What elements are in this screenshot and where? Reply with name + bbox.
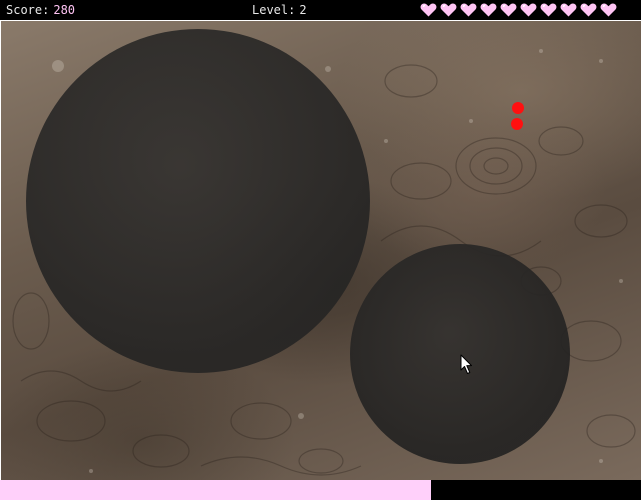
mouse-pointer-icon	[460, 354, 472, 374]
heart-icon	[560, 3, 577, 17]
level-display: Level: 2	[252, 0, 307, 20]
game-window[interactable]: Score: 280 Level: 2	[0, 0, 641, 500]
enemy-dot[interactable]	[511, 118, 523, 130]
score-label: Score:	[6, 3, 50, 17]
level-label: Level:	[252, 3, 296, 17]
heart-icon	[480, 3, 497, 17]
progress-fill	[0, 480, 431, 500]
heart-icon	[520, 3, 537, 17]
heart-icon	[420, 3, 437, 17]
dark-zone-large	[26, 29, 370, 373]
lives-hearts	[420, 0, 617, 20]
heart-icon	[440, 3, 457, 17]
level-value: 2	[299, 3, 307, 17]
play-field[interactable]	[0, 20, 641, 480]
heart-icon	[580, 3, 597, 17]
heart-icon	[460, 3, 477, 17]
score-value: 280	[53, 3, 76, 17]
heart-icon	[500, 3, 517, 17]
heart-icon	[540, 3, 557, 17]
enemy-dot[interactable]	[512, 102, 524, 114]
progress-bar	[0, 480, 641, 500]
score-display: Score: 280	[6, 0, 75, 20]
hud-bar: Score: 280 Level: 2	[0, 0, 641, 20]
heart-icon	[600, 3, 617, 17]
